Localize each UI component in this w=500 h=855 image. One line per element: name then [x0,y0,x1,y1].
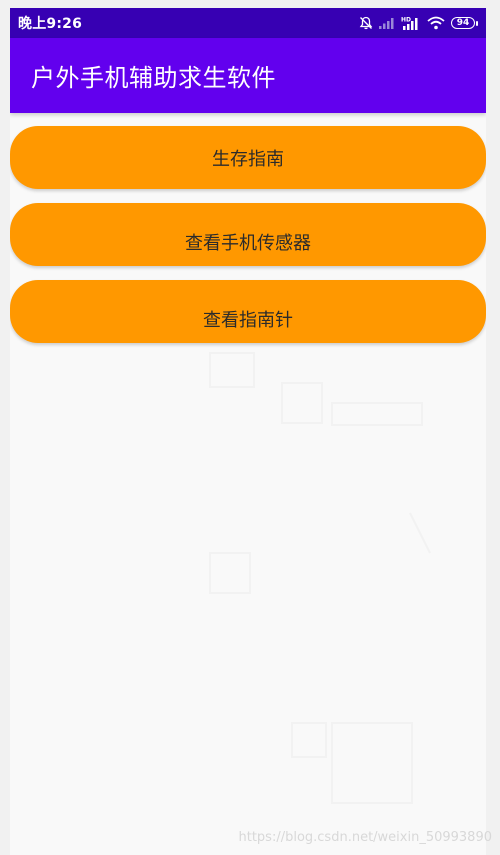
status-bar: 晚上9:26 HD 94 [10,8,486,38]
bell-off-icon [359,16,373,30]
wifi-icon [427,16,445,30]
app-bar: 户外手机辅助求生软件 [10,38,486,113]
phone-screen: 晚上9:26 HD 94 户外手机辅助求生软件 生存指南 查看手机传感器 查看指… [10,8,486,855]
svg-text:HD: HD [401,17,411,24]
watermark-text: https://blog.csdn.net/weixin_50993890 [238,830,492,845]
view-compass-button[interactable]: 查看指南针 [10,280,486,343]
status-time: 晚上9:26 [18,16,83,32]
view-sensors-button[interactable]: 查看手机传感器 [10,203,486,266]
signal-weak-icon [379,17,395,29]
app-title: 户外手机辅助求生软件 [31,64,276,92]
main-content: 生存指南 查看手机传感器 查看指南针 [10,113,486,855]
view-compass-button-label: 查看指南针 [203,309,293,331]
signal-hd-icon: HD [401,16,421,30]
battery-level: 94 [451,17,475,29]
status-icons: HD 94 [359,16,478,30]
battery-icon: 94 [451,17,478,29]
view-sensors-button-label: 查看手机传感器 [185,232,311,254]
survival-guide-button-label: 生存指南 [212,148,284,170]
survival-guide-button[interactable]: 生存指南 [10,126,486,189]
